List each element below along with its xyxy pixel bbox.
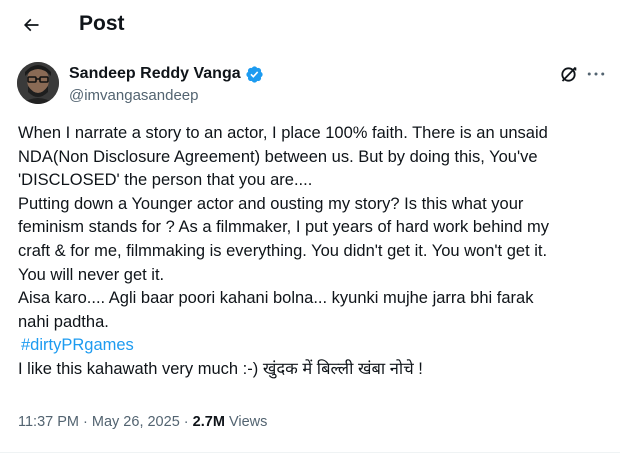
views-label: Views bbox=[228, 414, 268, 430]
verified-badge-icon[interactable] bbox=[245, 65, 264, 84]
views-count: 2.7M bbox=[192, 414, 225, 430]
more-options-button[interactable] bbox=[584, 64, 608, 84]
post-text: When I narrate a story to an actor, I pl… bbox=[18, 122, 612, 382]
back-button[interactable] bbox=[16, 10, 46, 40]
post-line: Putting down a Younger actor and ousting… bbox=[18, 194, 524, 213]
page-title: Post bbox=[79, 12, 125, 35]
more-horizontal-icon bbox=[587, 72, 605, 76]
post-line: craft & for me, filmmaking is everything… bbox=[18, 241, 548, 260]
hashtag-link[interactable]: #dirtyPRgames bbox=[21, 336, 134, 354]
post-line: 'DISCLOSED' the person that you are.... bbox=[18, 171, 313, 190]
avatar[interactable] bbox=[17, 62, 59, 104]
post-line: I like this kahawath very much :-) खुंदक… bbox=[18, 359, 423, 378]
post-line: When I narrate a story to an actor, I pl… bbox=[18, 124, 548, 142]
divider bbox=[0, 452, 620, 453]
post-line: NDA(Non Disclosure Agreement) between us… bbox=[18, 147, 538, 166]
author-name[interactable]: Sandeep Reddy Vanga bbox=[69, 63, 241, 85]
post-line: feminism stands for ? As a filmmaker, I … bbox=[18, 218, 549, 237]
post-date[interactable]: May 26, 2025 bbox=[92, 414, 180, 430]
header-bar: Post bbox=[0, 0, 620, 50]
post-meta: 11:37 PM · May 26, 2025 · 2.7M Views bbox=[18, 412, 267, 432]
post-line: You will never get it. bbox=[18, 265, 165, 284]
hashtag-line: #dirtyPRgames bbox=[18, 334, 612, 358]
author-handle[interactable]: @imvangasandeep bbox=[69, 86, 198, 106]
post-line: Aisa karo.... Agli baar poori kahani bol… bbox=[18, 289, 534, 308]
meta-separator: · bbox=[179, 414, 193, 430]
grok-button[interactable] bbox=[559, 64, 579, 84]
grok-icon bbox=[561, 66, 577, 82]
arrow-left-icon bbox=[23, 18, 39, 32]
post-line: nahi padtha. bbox=[18, 312, 109, 331]
avatar-image bbox=[17, 62, 59, 104]
post-page: Post Sandeep Reddy Vanga @imvangasandeep bbox=[0, 0, 620, 458]
post-time[interactable]: 11:37 PM bbox=[18, 414, 79, 430]
author-name-row[interactable]: Sandeep Reddy Vanga bbox=[69, 63, 264, 85]
meta-separator: · bbox=[79, 414, 92, 430]
